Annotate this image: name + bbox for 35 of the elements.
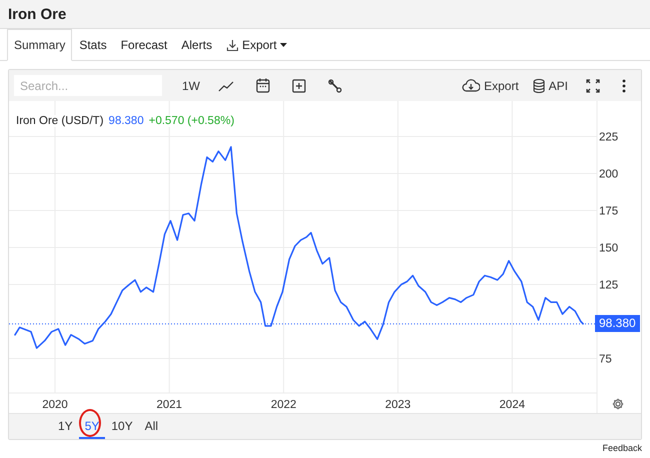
x-axis-label: 2021 [156, 399, 182, 411]
y-axis-label: 225 [599, 132, 618, 144]
feedback-link[interactable]: Feedback [602, 443, 642, 453]
page-title: Iron Ore [8, 6, 66, 22]
y-axis-label: 150 [599, 242, 618, 254]
api-button[interactable]: API [526, 76, 574, 96]
tab[interactable]: Export [219, 29, 294, 61]
range-tab[interactable]: All [138, 414, 164, 438]
x-axis-label: 2022 [270, 399, 296, 411]
cloud-download-icon [462, 79, 480, 92]
settings-icon[interactable] [612, 398, 624, 410]
last-price: 98.380 [108, 115, 144, 127]
y-axis-label: 200 [599, 168, 618, 180]
tab[interactable]: Alerts [174, 29, 220, 61]
download-icon [226, 38, 240, 52]
y-axis-label: 125 [599, 279, 618, 292]
database-icon [532, 78, 545, 92]
tab[interactable]: Stats [72, 29, 114, 61]
price-change: +0.570 (+0.58%) [148, 115, 234, 127]
x-axis-label: 2020 [42, 399, 68, 411]
tab[interactable]: Summary [7, 29, 72, 61]
search-field[interactable]: Search... [14, 75, 162, 96]
caret-icon [280, 42, 287, 48]
range-tab[interactable]: 10Y [105, 414, 139, 438]
tab[interactable]: Forecast [114, 29, 174, 61]
price-tag: 98.380 [595, 314, 640, 332]
y-axis-label: 175 [599, 206, 618, 218]
x-axis-label: 2023 [385, 399, 411, 411]
export-button[interactable]: Export [456, 76, 525, 96]
y-axis-label: 75 [599, 353, 612, 366]
interval-button[interactable]: 1W [176, 76, 206, 96]
x-axis-label: 2024 [499, 399, 526, 411]
range-tab[interactable]: 1Y [52, 414, 79, 438]
series-name: Iron Ore (USD/T) [16, 115, 104, 127]
range-tab[interactable]: 5Y [78, 414, 106, 438]
